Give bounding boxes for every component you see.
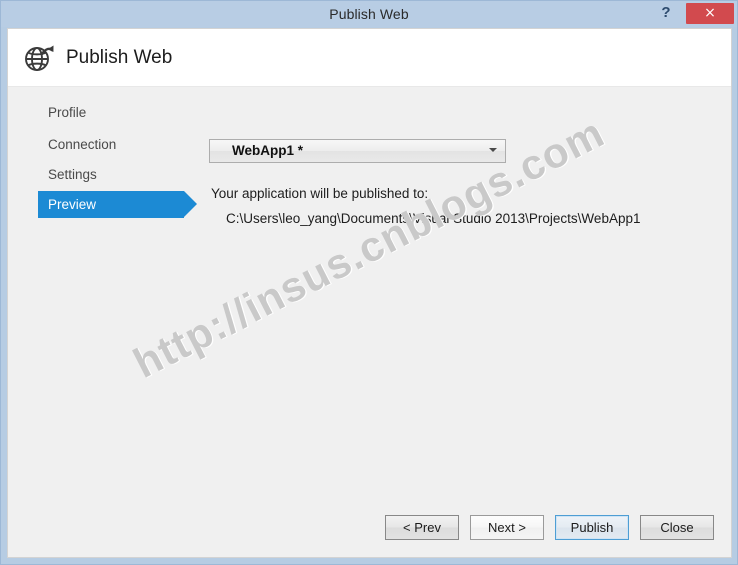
sidebar-item-preview[interactable]: Preview: [38, 191, 197, 218]
dialog-body: Publish Web Profile Connection Settings …: [7, 28, 732, 558]
sidebar-item-label: Settings: [48, 167, 97, 182]
titlebar: Publish Web ? ×: [1, 1, 737, 27]
close-dialog-button[interactable]: Close: [640, 515, 714, 540]
publish-web-dialog: Publish Web ? × Publish Web Profile Conn…: [0, 0, 738, 565]
sidebar-item-profile[interactable]: Profile: [38, 99, 184, 126]
sidebar: Profile Connection Settings Preview: [8, 87, 204, 507]
close-button[interactable]: ×: [686, 3, 734, 24]
close-icon: ×: [704, 5, 716, 21]
sidebar-item-label: Profile: [48, 105, 87, 120]
footer-button-bar: < Prev Next > Publish Close: [8, 505, 731, 557]
help-button[interactable]: ?: [653, 2, 679, 24]
globe-publish-icon: [22, 41, 56, 75]
selection-arrow-icon: [184, 191, 197, 217]
sidebar-item-label: Preview: [48, 197, 97, 212]
window-title: Publish Web: [329, 6, 409, 22]
profile-select[interactable]: WebApp1 *: [209, 139, 506, 163]
dialog-header: Publish Web: [8, 29, 731, 87]
prev-button[interactable]: < Prev: [385, 515, 459, 540]
chevron-down-icon: [489, 148, 497, 152]
sidebar-item-settings[interactable]: Settings: [38, 161, 184, 188]
page-title: Publish Web: [66, 47, 173, 68]
publish-button[interactable]: Publish: [555, 515, 629, 540]
publish-target-label: Your application will be published to:: [211, 186, 429, 201]
profile-select-value: WebApp1 *: [232, 143, 304, 158]
content-pane: WebApp1 * Your application will be publi…: [204, 87, 731, 507]
sidebar-item-label: Connection: [48, 137, 117, 152]
sidebar-item-connection[interactable]: Connection: [38, 131, 184, 158]
publish-target-path: C:\Users\leo_yang\Documents\Visual Studi…: [226, 211, 641, 226]
next-button[interactable]: Next >: [470, 515, 544, 540]
